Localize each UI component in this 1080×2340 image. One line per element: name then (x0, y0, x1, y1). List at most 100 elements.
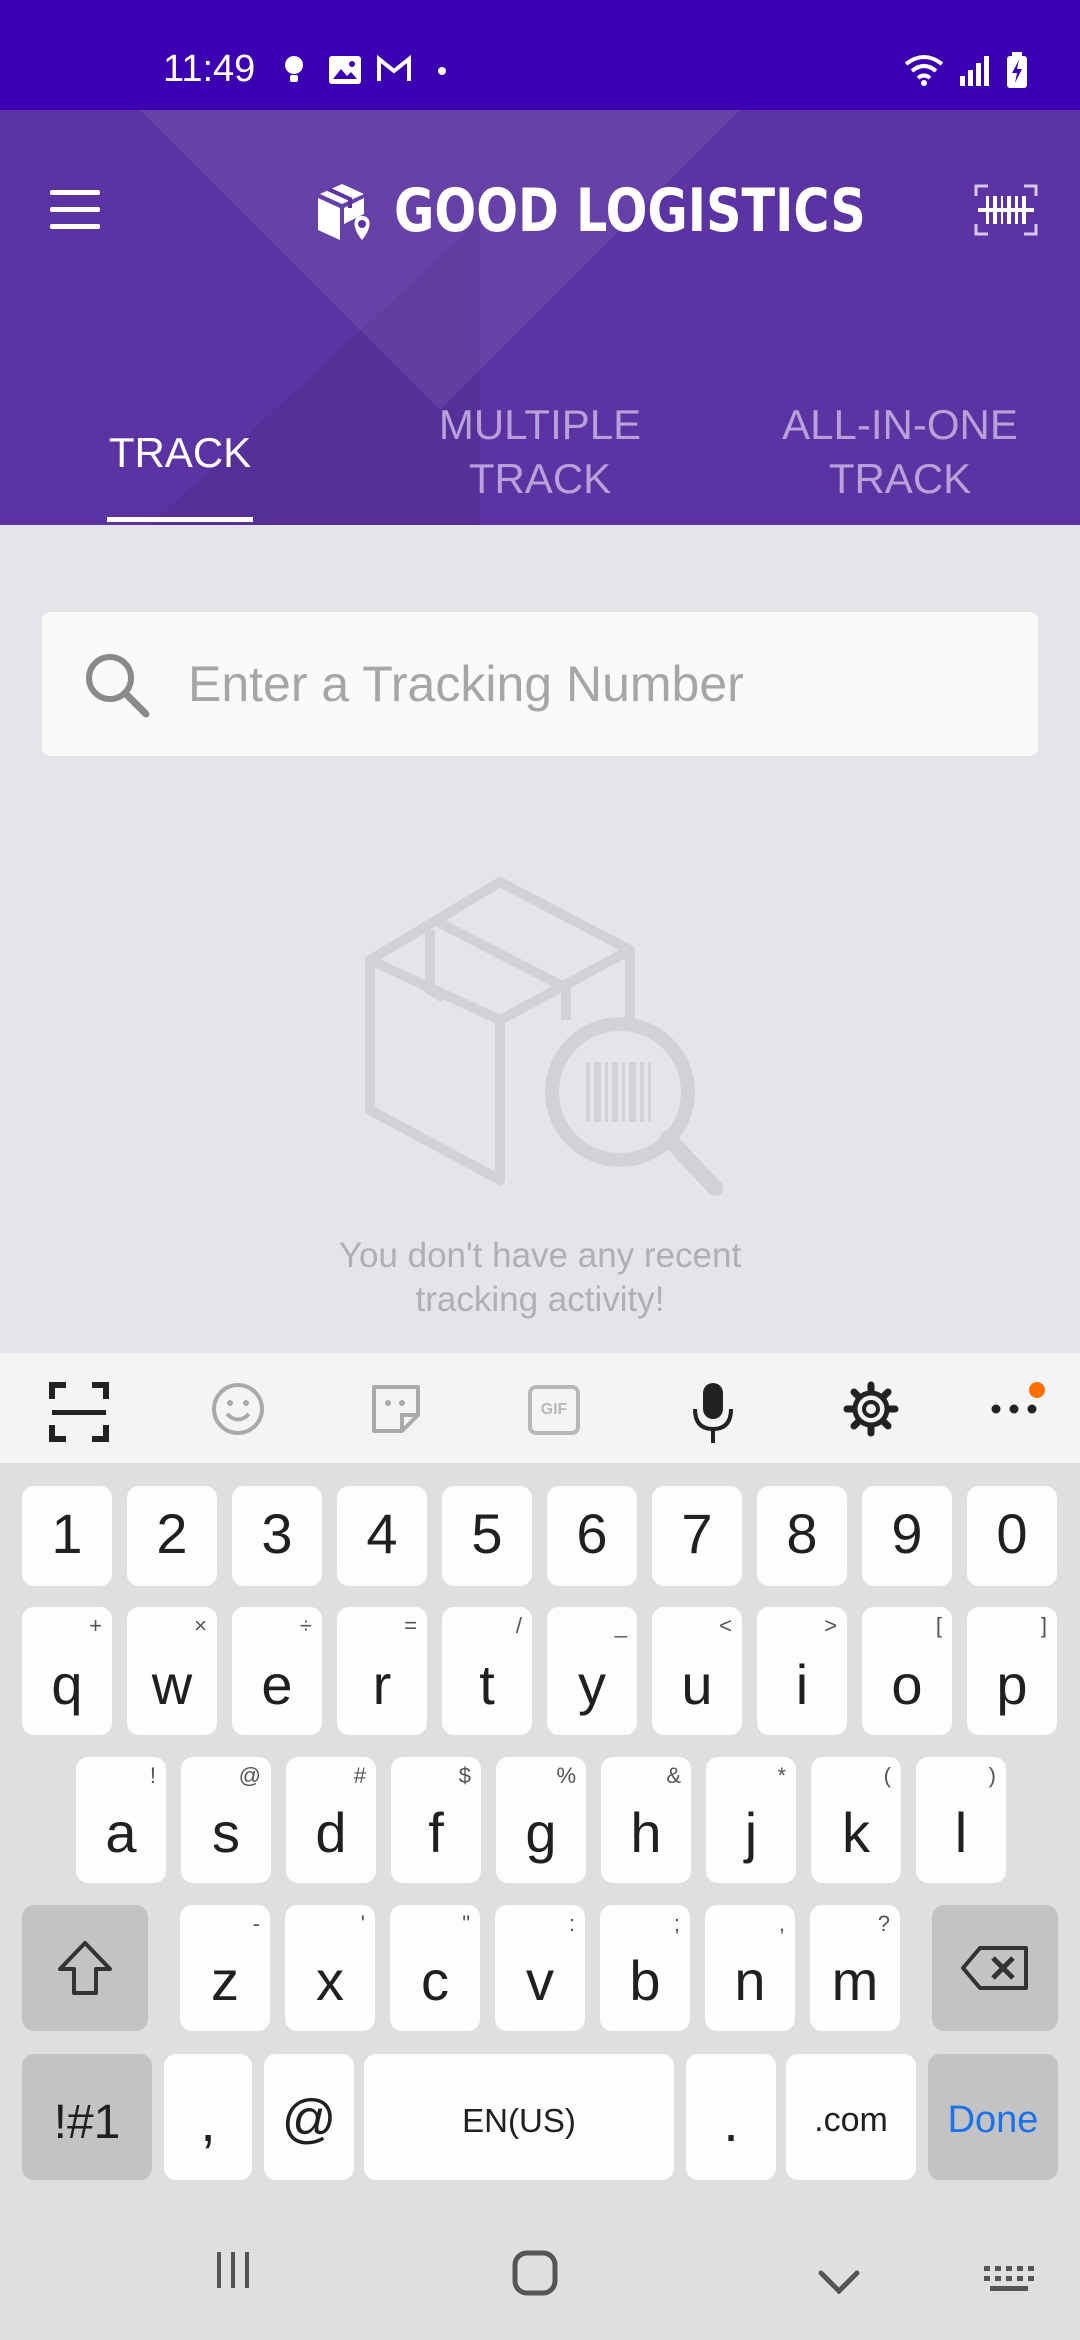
key-label: x (316, 1949, 344, 2012)
key-label: 0 (996, 1502, 1028, 1565)
key-secondary-label: % (556, 1763, 576, 1788)
tracking-search-box[interactable] (42, 612, 1038, 756)
key-7[interactable]: 7 (652, 1486, 742, 1586)
tracking-number-input[interactable] (188, 642, 1008, 726)
key-secondary-label: - (252, 1911, 260, 1936)
home-icon[interactable] (512, 2250, 558, 2296)
key-c[interactable]: c " (390, 1905, 480, 2031)
key-0[interactable]: 0 (967, 1486, 1057, 1586)
gmail-icon (377, 55, 411, 81)
key-6[interactable]: 6 (547, 1486, 637, 1586)
key-secondary-label: ÷ (299, 1613, 312, 1638)
key-2[interactable]: 2 (127, 1486, 217, 1586)
key-secondary-label: _ (614, 1613, 627, 1638)
key-4[interactable]: 4 (337, 1486, 427, 1586)
key-y[interactable]: y _ (547, 1607, 637, 1735)
scan-text-icon[interactable] (48, 1381, 110, 1443)
space-key[interactable]: EN(US) (364, 2054, 674, 2180)
app-header: GOOD LOGISTICS TRACK MULTIPLE TRACK ALL-… (0, 110, 1080, 525)
key-secondary-label: ' (360, 1911, 365, 1936)
key-q[interactable]: q + (22, 1607, 112, 1735)
key-secondary-label: # (353, 1763, 366, 1788)
key-label: !#1 (53, 2096, 121, 2149)
key-u[interactable]: u < (652, 1607, 742, 1735)
key-label: e (261, 1653, 293, 1716)
key-5[interactable]: 5 (442, 1486, 532, 1586)
key-p[interactable]: p] (967, 1607, 1057, 1735)
key-secondary-label: $ (458, 1763, 471, 1788)
backspace-key[interactable] (932, 1905, 1058, 2031)
key-label: EN(US) (462, 2102, 576, 2139)
key-a[interactable]: a! (76, 1757, 166, 1883)
key-e[interactable]: e ÷ (232, 1607, 322, 1735)
key-h[interactable]: h & (601, 1757, 691, 1883)
at-key[interactable]: @ (264, 2054, 354, 2180)
key-label: r (372, 1653, 392, 1716)
key-label: s (212, 1801, 240, 1864)
shift-key[interactable] (22, 1905, 148, 2031)
microphone-icon[interactable] (690, 1381, 736, 1445)
recent-apps-icon[interactable] (213, 2250, 253, 2290)
key-i[interactable]: i > (757, 1607, 847, 1735)
shift-icon (58, 1941, 112, 1995)
symbols-key[interactable]: !#1 (22, 2054, 152, 2180)
signal-icon (960, 56, 989, 86)
key-label: u (681, 1653, 713, 1716)
sticker-icon[interactable] (368, 1381, 424, 1437)
dotcom-key[interactable]: .com (786, 2054, 916, 2180)
emoji-icon[interactable] (210, 1381, 266, 1437)
key-label: Done (947, 2099, 1039, 2141)
status-bar: 11:49 (0, 0, 1080, 110)
key-label: t (479, 1653, 495, 1716)
more-icon[interactable] (990, 1403, 1040, 1415)
key-label: a (105, 1801, 137, 1864)
comma-key[interactable]: , (164, 2054, 252, 2180)
key-3[interactable]: 3 (232, 1486, 322, 1586)
key-label: v (526, 1949, 554, 2012)
gif-icon[interactable]: GIF (528, 1385, 580, 1435)
key-secondary-label: = (404, 1613, 417, 1638)
key-r[interactable]: r = (337, 1607, 427, 1735)
key-w[interactable]: w × (127, 1607, 217, 1735)
app-title: GOOD LOGISTICS (394, 176, 866, 246)
key-d[interactable]: d # (286, 1757, 376, 1883)
menu-button[interactable] (50, 190, 100, 230)
key-9[interactable]: 9 (862, 1486, 952, 1586)
key-o[interactable]: o[ (862, 1607, 952, 1735)
barcode-scan-icon[interactable] (974, 184, 1038, 236)
key-f[interactable]: f $ (391, 1757, 481, 1883)
key-8[interactable]: 8 (757, 1486, 847, 1586)
key-j[interactable]: j * (706, 1757, 796, 1883)
key-secondary-label: ) (988, 1763, 996, 1788)
key-1[interactable]: 1 (22, 1486, 112, 1586)
key-label: , (200, 2090, 216, 2153)
key-n[interactable]: n, (705, 1905, 795, 2031)
key-secondary-label: , (778, 1911, 785, 1936)
key-label: 6 (576, 1502, 608, 1565)
settings-icon[interactable] (843, 1381, 899, 1437)
key-t[interactable]: t / (442, 1607, 532, 1735)
period-key[interactable]: . (686, 2054, 776, 2180)
keyboard-toolbar: GIF (0, 1353, 1080, 1463)
hide-keyboard-icon[interactable] (818, 2270, 860, 2294)
tab-track[interactable]: TRACK (60, 426, 300, 480)
tab-multiple-track[interactable]: MULTIPLE TRACK (390, 398, 690, 506)
backspace-icon (961, 1946, 1028, 1990)
key-secondary-label: × (194, 1613, 207, 1638)
keyboard-switch-icon[interactable] (984, 2266, 1034, 2298)
box-location-icon (318, 184, 370, 240)
status-time: 11:49 (163, 48, 256, 90)
key-z[interactable]: z- (180, 1905, 270, 2031)
key-x[interactable]: x ' (285, 1905, 375, 2031)
key-l[interactable]: l) (916, 1757, 1006, 1883)
key-s[interactable]: s @ (181, 1757, 271, 1883)
key-g[interactable]: g% (496, 1757, 586, 1883)
key-label: h (630, 1801, 662, 1864)
tab-all-in-one-track[interactable]: ALL-IN-ONE TRACK (755, 398, 1045, 506)
key-secondary-label: & (666, 1763, 681, 1788)
done-key[interactable]: Done (928, 2054, 1058, 2180)
key-v[interactable]: v: (495, 1905, 585, 2031)
key-k[interactable]: k( (811, 1757, 901, 1883)
key-m[interactable]: m? (810, 1905, 900, 2031)
key-b[interactable]: b; (600, 1905, 690, 2031)
